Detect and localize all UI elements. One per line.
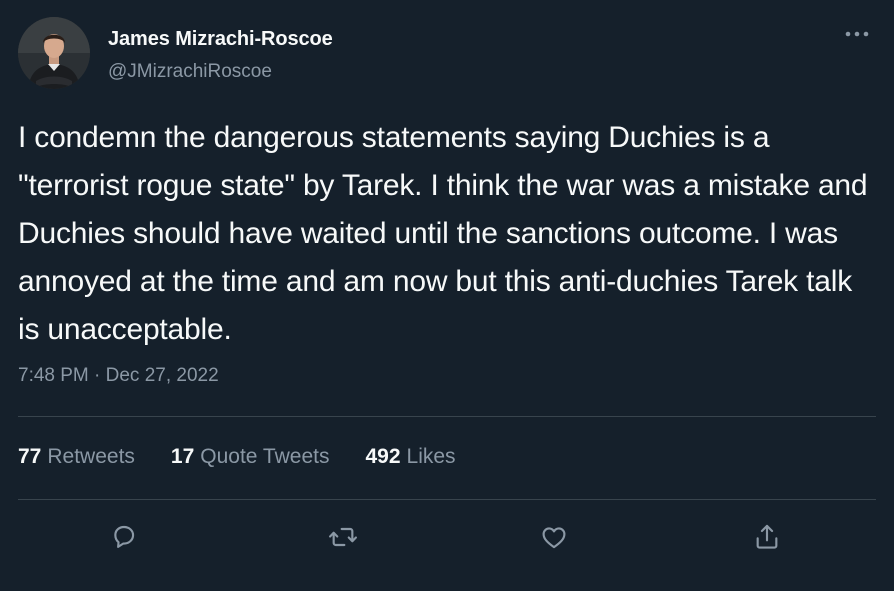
retweets-stat[interactable]: 77 Retweets: [18, 445, 135, 469]
tweet-text: I condemn the dangerous statements sayin…: [18, 121, 868, 346]
likes-stat[interactable]: 492 Likes: [365, 445, 455, 469]
author-handle[interactable]: @JMizrachiRoscoe: [108, 61, 272, 83]
more-icon: [845, 31, 869, 37]
quote-tweets-count: 17: [170, 445, 195, 468]
like-button[interactable]: [535, 518, 573, 556]
quote-tweets-label: Quote Tweets: [200, 445, 330, 468]
avatar-image: [18, 17, 90, 89]
action-bar: [0, 512, 894, 562]
share-button[interactable]: [748, 518, 786, 556]
reply-button[interactable]: [105, 518, 143, 556]
engagement-stats: 77 Retweets 17 Quote Tweets 492 Likes: [18, 445, 456, 469]
author-name[interactable]: James Mizrachi-Roscoe: [108, 28, 333, 51]
likes-count: 492: [365, 445, 401, 468]
reply-icon: [114, 525, 135, 548]
retweet-icon: [329, 527, 357, 547]
retweets-label: Retweets: [47, 445, 135, 468]
tweet-timestamp[interactable]: 7:48 PM · Dec 27, 2022: [18, 365, 219, 387]
share-icon: [756, 524, 778, 549]
likes-label: Likes: [406, 445, 456, 468]
retweet-button[interactable]: [324, 518, 362, 556]
avatar[interactable]: [18, 17, 90, 89]
divider: [18, 499, 876, 500]
like-icon: [542, 527, 566, 549]
divider: [18, 416, 876, 417]
more-options-button[interactable]: [840, 22, 874, 46]
quote-tweets-stat[interactable]: 17 Quote Tweets: [171, 445, 330, 469]
tweet-card: James Mizrachi-Roscoe @JMizrachiRoscoe I…: [0, 0, 894, 591]
retweets-count: 77: [18, 445, 42, 468]
